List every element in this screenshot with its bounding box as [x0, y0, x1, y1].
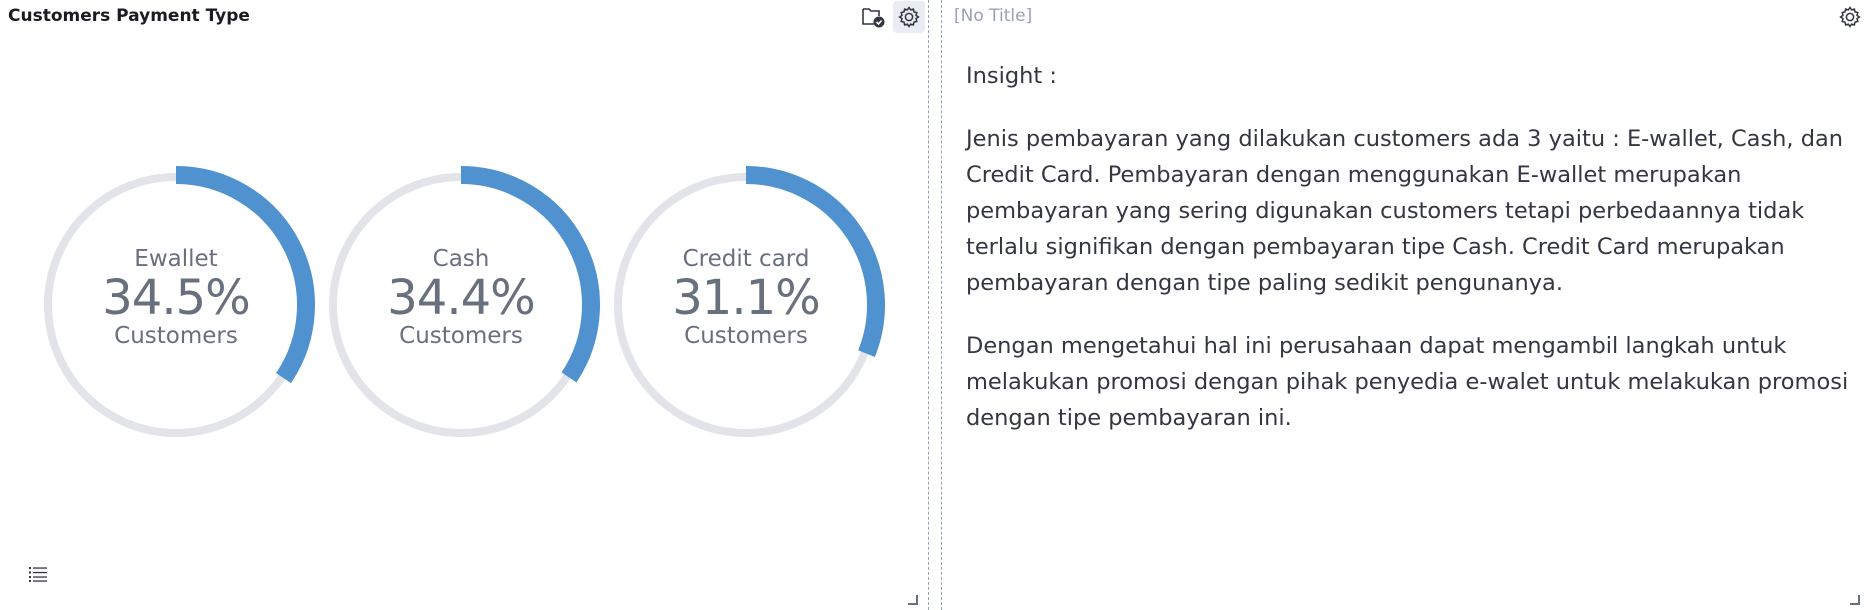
folder-check-icon[interactable]: [857, 1, 889, 33]
resize-handle[interactable]: [908, 595, 918, 605]
insight-heading: Insight :: [966, 63, 1057, 89]
gear-icon[interactable]: [893, 1, 925, 33]
resize-handle[interactable]: [1850, 595, 1860, 605]
gauge-sublabel: Customers: [399, 323, 523, 349]
list-icon[interactable]: [24, 560, 52, 588]
gauge-label: Credit card: [682, 246, 810, 272]
panel-title: Customers Payment Type: [8, 6, 250, 26]
insight-paragraph-2: Dengan mengetahui hal ini perusahaan dap…: [966, 333, 1849, 431]
markdown-content: Insight : Jenis pembayaran yang dilakuka…: [966, 58, 1856, 463]
gauge-credit-card: Credit card 31.1% Customers: [606, 160, 886, 440]
gauge-cash: Cash 34.4% Customers: [321, 160, 601, 440]
gauge-value: 34.5%: [102, 270, 250, 326]
panel-divider: [928, 0, 929, 610]
panel-title: [No Title]: [954, 6, 1033, 26]
payment-type-panel: Customers Payment Type Ewallet 34.5% Cus…: [0, 0, 928, 610]
gauge-value: 34.4%: [387, 270, 535, 326]
gauge-sublabel: Customers: [684, 323, 808, 349]
gauge-group: Ewallet 34.5% Customers Cash 34.4% Custo…: [36, 160, 906, 460]
gear-icon[interactable]: [1834, 1, 1866, 33]
gauge-sublabel: Customers: [114, 323, 238, 349]
gauge-ewallet: Ewallet 34.5% Customers: [36, 160, 316, 440]
gauge-label: Ewallet: [134, 246, 218, 272]
gauge-label: Cash: [432, 246, 490, 272]
insight-paragraph-1: Jenis pembayaran yang dilakukan customer…: [966, 126, 1844, 296]
insight-panel: [No Title] Insight : Jenis pembayaran ya…: [942, 0, 1872, 610]
gauge-value: 31.1%: [672, 270, 820, 326]
